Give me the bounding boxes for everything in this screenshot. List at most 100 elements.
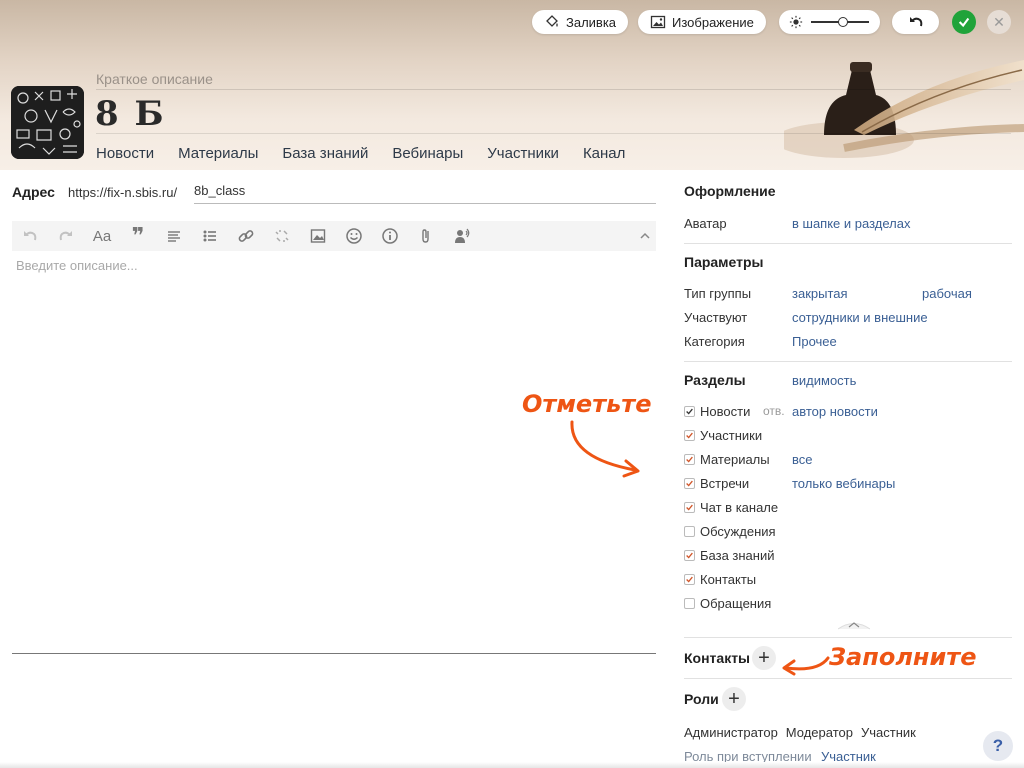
insert-image-button[interactable] bbox=[300, 221, 336, 251]
checkmark-icon bbox=[686, 408, 693, 415]
section-item[interactable]: Контакты bbox=[684, 572, 756, 587]
paperclip-icon bbox=[422, 229, 429, 243]
section-setting-link[interactable]: все bbox=[792, 452, 813, 467]
collapse-sections-button[interactable] bbox=[837, 618, 871, 630]
chevron-up-icon bbox=[640, 232, 650, 239]
section-checkbox[interactable] bbox=[684, 574, 695, 585]
visibility-link[interactable]: видимость bbox=[792, 373, 856, 388]
add-contact-button[interactable]: + bbox=[752, 646, 776, 670]
close-button[interactable]: ✕ bbox=[987, 10, 1011, 34]
insert-link-button[interactable] bbox=[228, 221, 264, 251]
font-style-button[interactable]: Aa bbox=[84, 221, 120, 251]
section-item[interactable]: Новости bbox=[684, 404, 750, 419]
section-item[interactable]: База знаний bbox=[684, 548, 775, 563]
undo-edit-button[interactable] bbox=[12, 221, 48, 251]
group-title[interactable]: 8 Б bbox=[95, 94, 166, 134]
inkwell-feather-image bbox=[784, 60, 1024, 158]
section-checkbox[interactable] bbox=[684, 406, 695, 417]
collapse-toolbar-button[interactable] bbox=[634, 221, 656, 251]
address-label: Адрес bbox=[12, 184, 55, 200]
section-checkbox[interactable] bbox=[684, 454, 695, 465]
brightness-slider-knob[interactable] bbox=[837, 17, 848, 27]
tab-materials[interactable]: Материалы bbox=[178, 145, 258, 162]
chevron-up-icon bbox=[837, 622, 871, 630]
section-checkbox[interactable] bbox=[684, 430, 695, 441]
save-button[interactable] bbox=[952, 10, 976, 34]
speaker-button[interactable] bbox=[444, 221, 480, 251]
short-description-input[interactable]: Краткое описание bbox=[96, 71, 213, 87]
section-checkbox[interactable] bbox=[684, 502, 695, 513]
info-button[interactable] bbox=[372, 221, 408, 251]
section-item[interactable]: Материалы bbox=[684, 452, 770, 467]
person-speaking-icon bbox=[455, 228, 470, 243]
callout-fill: Заполните bbox=[829, 643, 977, 671]
category-link[interactable]: Прочее bbox=[792, 334, 837, 349]
address-prefix: https://fix-n.sbis.ru/ bbox=[68, 185, 178, 200]
tab-knowledge-base[interactable]: База знаний bbox=[282, 145, 368, 162]
description-editor[interactable]: Введите описание... bbox=[16, 258, 138, 273]
address-input[interactable]: 8b_class bbox=[194, 183, 656, 204]
sections-heading: Разделы bbox=[684, 372, 746, 388]
section-checkbox[interactable] bbox=[684, 526, 695, 537]
section-label: Обращения bbox=[700, 596, 772, 611]
section-checkbox[interactable] bbox=[684, 550, 695, 561]
divider bbox=[684, 678, 1012, 679]
section-item[interactable]: Чат в канале bbox=[684, 500, 778, 515]
image-icon bbox=[650, 15, 666, 29]
unlink-button[interactable] bbox=[264, 221, 300, 251]
add-role-button[interactable]: + bbox=[722, 687, 746, 711]
participants-link[interactable]: сотрудники и внешние bbox=[792, 310, 928, 325]
group-avatar[interactable] bbox=[11, 86, 84, 159]
tab-channel[interactable]: Канал bbox=[583, 145, 625, 162]
divider bbox=[684, 637, 1012, 638]
fill-button[interactable]: Заливка bbox=[532, 10, 629, 34]
role-moderator[interactable]: Модератор bbox=[786, 725, 853, 740]
section-label: Контакты bbox=[700, 572, 757, 587]
info-icon bbox=[382, 228, 398, 244]
section-item[interactable]: Встречи bbox=[684, 476, 749, 491]
group-type-closed-link[interactable]: закрытая bbox=[792, 286, 848, 301]
role-admin[interactable]: Администратор bbox=[684, 725, 778, 740]
checkmark-icon bbox=[686, 552, 693, 559]
section-label: Участники bbox=[700, 428, 763, 443]
undo-button[interactable] bbox=[892, 10, 939, 34]
font-style-icon: Aa bbox=[92, 227, 112, 245]
list-button[interactable] bbox=[192, 221, 228, 251]
section-item[interactable]: Обращения bbox=[684, 596, 771, 611]
quote-button[interactable]: ❞ bbox=[120, 221, 156, 251]
section-item[interactable]: Участники bbox=[684, 428, 762, 443]
contacts-heading: Контакты bbox=[684, 650, 751, 666]
image-button[interactable]: Изображение bbox=[638, 10, 766, 34]
help-button[interactable]: ? bbox=[983, 731, 1013, 761]
checkmark-icon bbox=[686, 504, 693, 511]
align-button[interactable] bbox=[156, 221, 192, 251]
align-left-icon bbox=[168, 231, 180, 242]
link-icon bbox=[238, 230, 254, 242]
design-heading: Оформление bbox=[684, 183, 776, 199]
section-item[interactable]: Обсуждения bbox=[684, 524, 776, 539]
emoji-button[interactable] bbox=[336, 221, 372, 251]
section-setting-link[interactable]: только вебинары bbox=[792, 476, 895, 491]
section-label: Чат в канале bbox=[700, 500, 779, 515]
role-participant[interactable]: Участник bbox=[861, 725, 916, 740]
bottom-edge bbox=[0, 762, 1024, 768]
attach-button[interactable] bbox=[408, 221, 444, 251]
section-checkbox[interactable] bbox=[684, 478, 695, 489]
brightness-slider-track[interactable] bbox=[811, 17, 869, 27]
section-checkbox[interactable] bbox=[684, 598, 695, 609]
quote-icon: ❞ bbox=[131, 223, 145, 248]
tab-news[interactable]: Новости bbox=[96, 145, 154, 162]
callout-mark-arrow bbox=[570, 420, 640, 478]
tab-webinars[interactable]: Вебинары bbox=[392, 145, 463, 162]
roles-list: Администратор Модератор Участник bbox=[684, 725, 916, 740]
section-label: Новости bbox=[700, 404, 751, 419]
section-setting-link[interactable]: автор новости bbox=[792, 404, 878, 419]
group-type-work-link[interactable]: рабочая bbox=[922, 286, 972, 301]
redo-edit-button[interactable] bbox=[48, 221, 84, 251]
section-label: База знаний bbox=[700, 548, 775, 563]
avatar-display-link[interactable]: в шапке и разделах bbox=[792, 216, 910, 231]
brightness-slider[interactable] bbox=[779, 10, 880, 34]
image-button-label: Изображение bbox=[672, 14, 754, 30]
section-label: Материалы bbox=[700, 452, 770, 467]
tab-participants[interactable]: Участники bbox=[487, 145, 559, 162]
